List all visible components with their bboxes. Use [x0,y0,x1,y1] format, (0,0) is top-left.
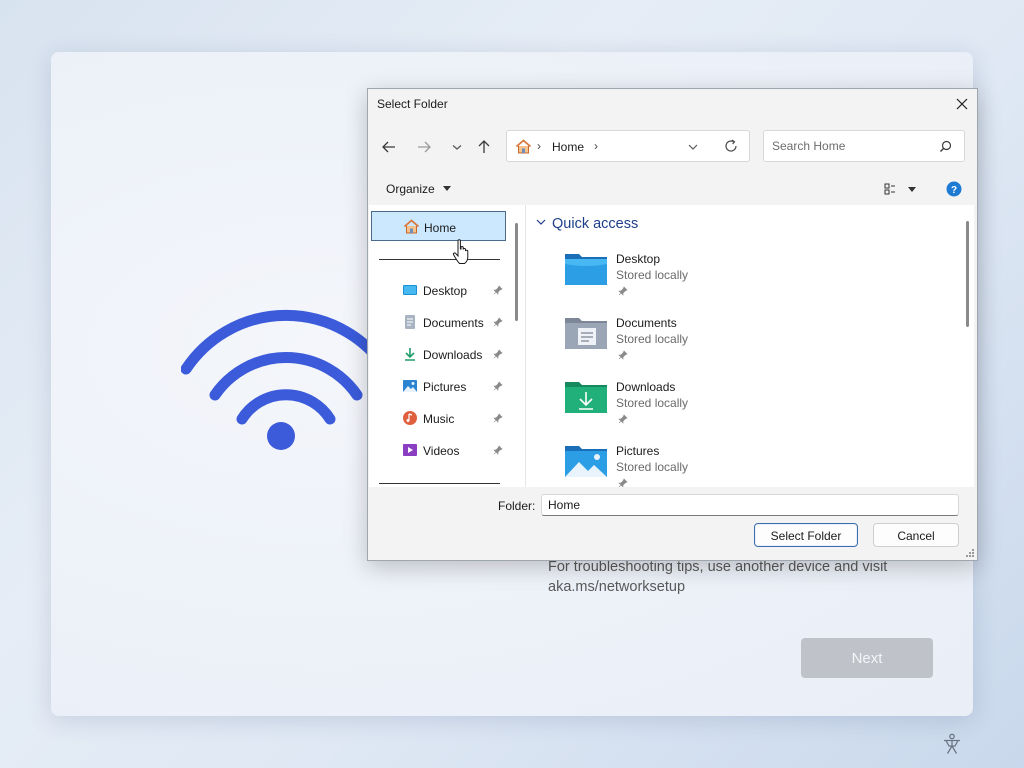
chevron-down-icon[interactable] [687,141,699,153]
wifi-icon [181,309,391,450]
nav-home-label: Home [424,221,457,235]
pin-icon [493,349,503,359]
quick-access-item-pictures[interactable]: Pictures Stored locally [564,442,864,487]
nav-item-label: Videos [423,444,460,458]
nav-item-music[interactable]: Music [369,404,519,432]
organize-button[interactable]: Organize [386,182,452,196]
folder-label: Folder: [498,499,536,513]
refresh-button[interactable] [723,138,739,157]
breadcrumb-home[interactable]: Home [552,140,584,154]
next-button[interactable]: Next [801,638,933,678]
item-name: Documents [616,316,677,330]
select-folder-dialog: Select Folder › Home › Search Home Organ… [367,88,978,561]
downloads-icon [405,348,415,361]
organize-label: Organize [386,182,435,196]
nav-item-videos[interactable]: Videos [369,436,519,464]
content-pane-scrollbar[interactable] [966,221,969,327]
dialog-title: Select Folder [377,97,448,111]
recent-locations-button[interactable] [448,138,470,160]
pin-icon [618,478,628,487]
pin-icon [493,381,503,391]
address-bar[interactable]: › Home › [506,130,750,162]
quick-access-item-desktop[interactable]: Desktop Stored locally [564,250,864,310]
nav-item-desktop[interactable]: Desktop [369,276,519,304]
item-status: Stored locally [616,396,689,410]
item-status: Stored locally [616,268,689,282]
pin-icon [618,286,628,296]
documents-icon [405,315,415,329]
nav-item-label: Pictures [423,380,467,394]
nav-item-documents[interactable]: Documents [369,308,519,336]
close-icon [956,98,968,110]
chevron-down-icon [452,145,462,150]
resize-grip-icon[interactable] [965,548,975,558]
up-button[interactable] [475,138,497,160]
pin-icon [618,350,628,360]
item-name: Desktop [616,252,661,266]
quick-access-item-downloads[interactable]: Downloads Stored locally [564,378,864,438]
nav-item-downloads[interactable]: Downloads [369,340,519,368]
pictures-folder-icon [565,446,607,477]
change-view-button[interactable] [884,182,918,199]
caret-down-icon [443,186,452,191]
svg-text:?: ? [951,185,957,196]
folder-field[interactable] [541,494,959,516]
select-folder-button[interactable]: Select Folder [754,523,858,547]
quick-access-header[interactable]: Quick access [536,216,638,232]
nav-divider [379,259,500,260]
pin-icon [493,285,503,295]
arrow-right-icon [418,141,431,153]
desktop-folder-icon [565,254,607,285]
search-icon[interactable] [939,140,952,153]
desktop-icon [403,285,417,295]
nav-divider [379,483,500,484]
forward-button[interactable] [415,138,437,160]
item-name: Pictures [616,444,660,458]
hand-pointer-icon [452,239,469,264]
item-name: Downloads [616,380,676,394]
tip-line-2: aka.ms/networksetup [548,579,686,595]
nav-item-label: Desktop [423,284,468,298]
accessibility-icon[interactable] [942,733,962,755]
refresh-icon [725,139,737,152]
videos-icon [403,444,417,456]
downloads-folder-icon [565,382,607,413]
pictures-icon [403,380,417,392]
search-box[interactable] [763,130,965,162]
cancel-button[interactable]: Cancel [873,523,959,547]
nav-item-pictures[interactable]: Pictures [369,372,519,400]
music-icon [403,411,417,425]
home-icon [403,219,420,234]
quick-access-item-documents[interactable]: Documents Stored locally [564,314,864,374]
close-button[interactable] [947,89,977,119]
search-input[interactable] [772,139,932,153]
chevron-down-icon [536,219,546,225]
nav-pane-scrollbar[interactable] [515,223,518,321]
nav-item-label: Music [423,412,455,426]
item-status: Stored locally [616,332,689,346]
nav-item-label: Downloads [423,348,483,362]
item-status: Stored locally [616,460,689,474]
breadcrumb-separator[interactable]: › [594,139,598,153]
nav-item-home[interactable]: Home [371,211,506,241]
troubleshooting-tip: For troubleshooting tips, use another de… [548,557,928,597]
pin-icon [493,413,503,423]
nav-item-label: Documents [423,316,484,330]
breadcrumb-separator: › [537,139,541,153]
pin-icon [493,317,503,327]
back-button[interactable] [380,138,402,160]
pin-icon [618,414,628,424]
quick-access-title: Quick access [552,216,639,232]
arrow-up-icon [478,140,490,153]
dialog-titlebar[interactable]: Select Folder [368,89,977,119]
view-options-icon [884,183,916,195]
documents-folder-icon [565,318,607,349]
arrow-left-icon [382,141,395,153]
pin-icon [493,445,503,455]
help-button[interactable]: ? [946,181,962,200]
help-icon: ? [946,181,962,197]
navigation-pane: Home Desktop Documents Downloads Picture… [369,205,525,487]
home-icon [515,139,532,154]
content-pane: Quick access Desktop Stored locally Docu… [525,205,974,487]
